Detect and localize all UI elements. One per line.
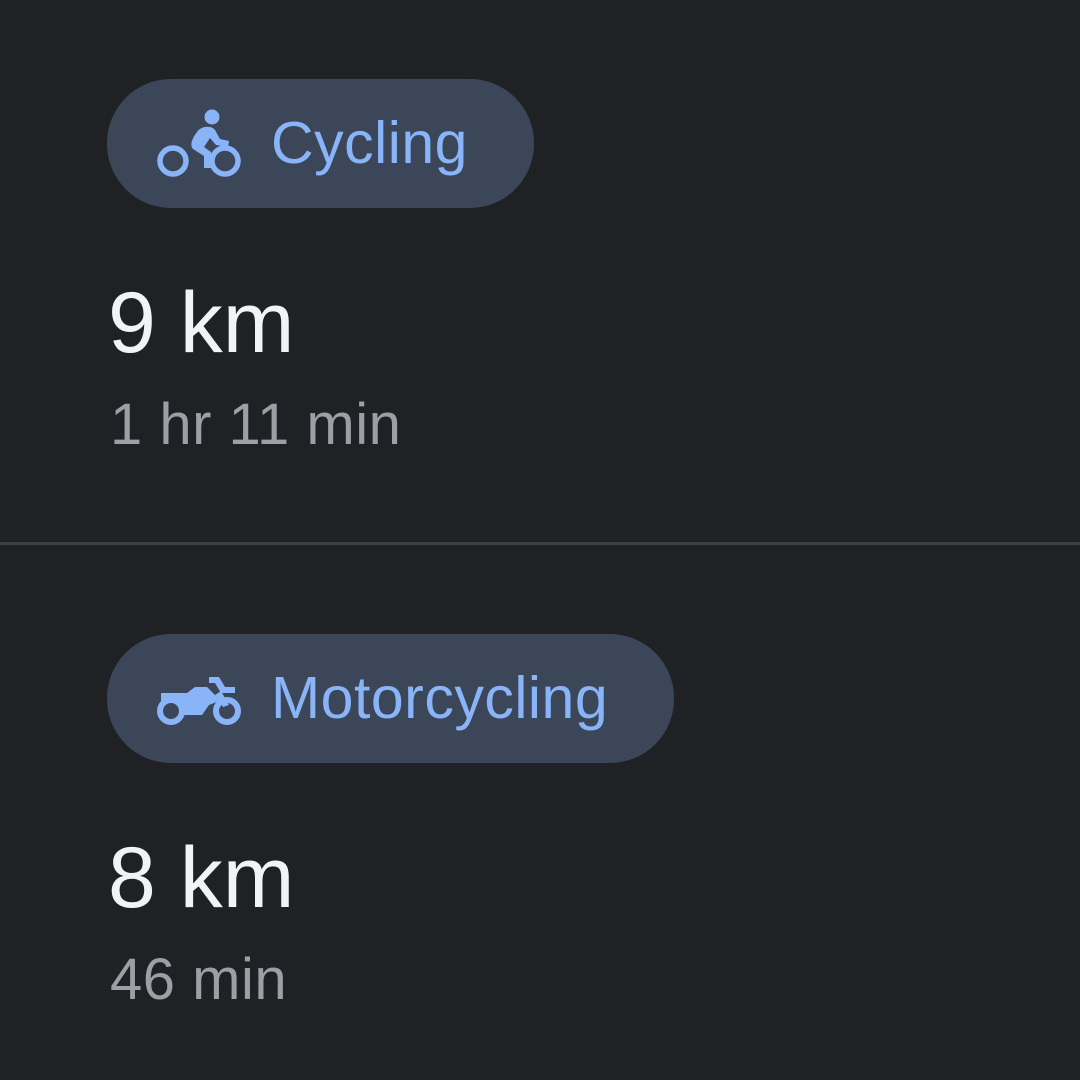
travel-mode-chip-motorcycling[interactable]: Motorcycling <box>107 634 675 763</box>
travel-mode-label: Motorcycling <box>271 665 609 731</box>
bicycle-icon <box>157 102 241 186</box>
route-distance: 9 km <box>108 275 295 371</box>
travel-mode-label: Cycling <box>271 110 468 176</box>
motorcycle-icon <box>157 657 241 741</box>
route-option-cycling[interactable]: Cycling 9 km 1 hr 11 min <box>0 0 1080 542</box>
route-distance: 8 km <box>108 830 295 926</box>
travel-mode-chip-cycling[interactable]: Cycling <box>107 79 534 208</box>
route-duration: 1 hr 11 min <box>110 392 402 457</box>
route-duration: 46 min <box>110 947 288 1012</box>
route-option-motorcycling[interactable]: Motorcycling 8 km 46 min <box>0 545 1080 1080</box>
